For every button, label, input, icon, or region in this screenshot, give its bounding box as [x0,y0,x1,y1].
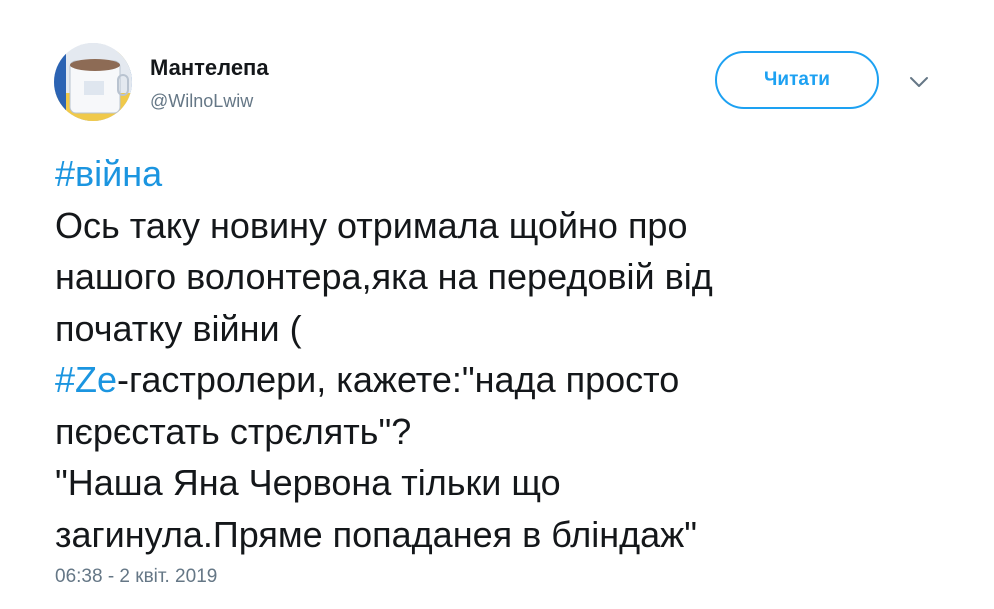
author-handle[interactable]: @WilnoLwiw [150,91,253,112]
tweet-line: загинула.Пряме попаданея в бліндаж" [55,513,698,555]
tweet-line: #війна [55,148,955,200]
tweet-line: пєрєстать стрєлять"? [55,410,412,452]
hashtag-link[interactable]: #війна [55,153,162,194]
hashtag-link[interactable]: #Ze [55,359,117,400]
tweet-text: #війна Ось таку новину отримала щойно пр… [55,148,955,560]
avatar[interactable] [54,43,132,121]
avatar-image [54,43,132,121]
tweet-menu-button[interactable] [905,70,933,94]
tweet-line-text: -гастролери, кажете:"нада просто [117,359,680,400]
chevron-down-icon [910,77,928,87]
tweet-card: Мантелепа @WilnoLwiw Читати #війна Ось т… [0,0,994,609]
tweet-line: Ось таку новину отримала щойно про [55,204,688,246]
tweet-line: "Наша Яна Червона тільки що [55,462,561,503]
tweet-line: початку війни ( [55,307,302,349]
author-name[interactable]: Мантелепа [150,55,269,81]
tweet-line: #Ze-гастролери, кажете:"нада просто [55,354,955,406]
follow-button[interactable]: Читати [715,51,879,109]
tweet-timestamp[interactable]: 06:38 - 2 квіт. 2019 [55,566,217,588]
tweet-line: нашого волонтера,яка на передовій від [55,256,713,297]
